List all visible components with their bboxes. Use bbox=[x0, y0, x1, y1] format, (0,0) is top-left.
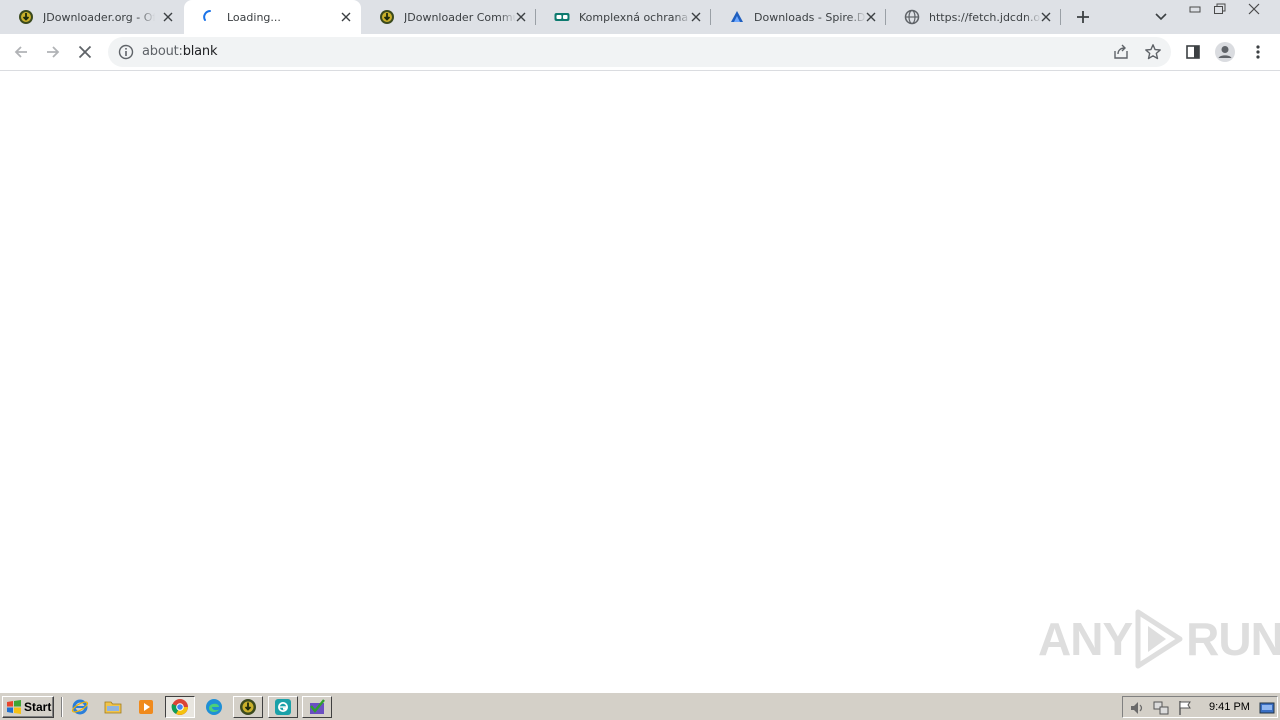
close-icon[interactable] bbox=[339, 10, 353, 24]
network-icon[interactable] bbox=[1153, 700, 1169, 716]
taskbar-separator bbox=[61, 697, 63, 717]
tab-eset[interactable]: Komplexná ochrana vášho bbox=[536, 0, 711, 34]
back-arrow-icon bbox=[14, 46, 27, 58]
tab-jdownloader-community[interactable]: JDownloader Community bbox=[361, 0, 536, 34]
tab-title: JDownloader.org - Official Homepage bbox=[43, 10, 155, 24]
chevron-down-icon bbox=[1155, 13, 1167, 21]
media-player-icon bbox=[139, 700, 153, 714]
start-label: Start bbox=[24, 700, 52, 714]
close-icon bbox=[1248, 3, 1260, 15]
minimize-button[interactable] bbox=[1184, 0, 1206, 18]
restore-button[interactable] bbox=[1209, 0, 1231, 18]
taskbar-chrome[interactable] bbox=[165, 696, 195, 718]
tab-strip: JDownloader.org - Official Homepage Load… bbox=[0, 0, 1280, 34]
clock[interactable]: 9:41 PM bbox=[1209, 701, 1250, 713]
taskbar-edge[interactable] bbox=[199, 696, 229, 718]
globe-icon bbox=[904, 9, 920, 25]
watermark-text-right: RUN bbox=[1186, 613, 1280, 665]
tab-fetch-jdcdn[interactable]: https://fetch.jdcdn.org bbox=[886, 0, 1061, 34]
taskbar-installer[interactable] bbox=[302, 696, 332, 718]
menu-button[interactable] bbox=[1246, 40, 1270, 64]
profile-button[interactable] bbox=[1213, 40, 1237, 64]
address-bar[interactable]: about:blank bbox=[108, 37, 1171, 67]
tab-loading[interactable]: Loading... bbox=[184, 0, 361, 34]
back-button[interactable] bbox=[9, 40, 33, 64]
kebab-menu-icon bbox=[1256, 45, 1260, 59]
anyrun-watermark: ANY RUN bbox=[1038, 606, 1280, 672]
system-tray: 9:41 PM bbox=[1122, 696, 1278, 718]
close-icon[interactable] bbox=[1039, 10, 1053, 24]
folder-icon bbox=[104, 701, 122, 714]
quicklaunch-media-player[interactable] bbox=[131, 696, 161, 718]
taskbar-jdownloader[interactable] bbox=[233, 696, 263, 718]
quicklaunch-ie[interactable] bbox=[65, 696, 95, 718]
action-center-flag-icon[interactable] bbox=[1177, 700, 1193, 716]
avatar-icon bbox=[1215, 42, 1235, 62]
new-tab-button[interactable] bbox=[1072, 6, 1094, 28]
tab-title: Loading... bbox=[227, 10, 281, 24]
tab-spire-downloads[interactable]: Downloads - Spire.Doc bbox=[711, 0, 886, 34]
installer-icon bbox=[310, 699, 325, 714]
internet-explorer-icon bbox=[71, 699, 89, 715]
url-host: blank bbox=[182, 44, 218, 59]
start-button[interactable]: Start bbox=[2, 696, 54, 718]
windows-logo-icon bbox=[7, 700, 21, 714]
info-icon[interactable] bbox=[118, 44, 134, 60]
restore-icon bbox=[1214, 3, 1226, 14]
taskbar-ie-window[interactable] bbox=[268, 696, 298, 718]
taskbar: Start 9:41 PM bbox=[0, 692, 1280, 720]
address-text[interactable]: about:blank bbox=[142, 44, 218, 59]
minimize-icon bbox=[1189, 6, 1201, 13]
chrome-icon bbox=[171, 699, 188, 715]
side-panel-button[interactable] bbox=[1181, 40, 1205, 64]
browser-toolbar: about:blank bbox=[0, 34, 1280, 71]
tab-title: JDownloader Community bbox=[404, 10, 516, 24]
jdownloader-icon bbox=[379, 9, 395, 25]
plus-icon bbox=[1077, 11, 1089, 23]
loading-spinner-icon bbox=[202, 9, 218, 25]
url-scheme: about: bbox=[142, 44, 183, 59]
spire-icon bbox=[729, 9, 745, 25]
stop-x-icon bbox=[78, 45, 92, 59]
tab-title: Komplexná ochrana vášho bbox=[579, 10, 691, 24]
watermark-text-left: ANY bbox=[1038, 613, 1133, 665]
volume-icon[interactable] bbox=[1129, 700, 1145, 716]
bookmark-star-icon[interactable] bbox=[1144, 43, 1162, 61]
jdownloader-icon bbox=[240, 699, 256, 715]
forward-button[interactable] bbox=[41, 40, 65, 64]
share-icon[interactable] bbox=[1112, 43, 1130, 61]
close-window-button[interactable] bbox=[1234, 0, 1274, 18]
ie-e-icon bbox=[275, 699, 291, 715]
close-icon[interactable] bbox=[864, 10, 878, 24]
jdownloader-icon bbox=[18, 9, 34, 25]
tab-jdownloader-home[interactable]: JDownloader.org - Official Homepage bbox=[0, 0, 183, 34]
side-panel-icon bbox=[1186, 45, 1200, 59]
close-icon[interactable] bbox=[514, 10, 528, 24]
tab-separator bbox=[1060, 9, 1061, 25]
edge-icon bbox=[206, 699, 222, 715]
close-icon[interactable] bbox=[689, 10, 703, 24]
tab-title: https://fetch.jdcdn.org bbox=[929, 10, 1041, 24]
forward-arrow-icon bbox=[47, 46, 60, 58]
screen: JDownloader.org - Official Homepage Load… bbox=[0, 0, 1280, 720]
tab-search-button[interactable] bbox=[1151, 7, 1171, 27]
stop-loading-button[interactable] bbox=[73, 40, 97, 64]
show-desktop-icon[interactable] bbox=[1259, 700, 1275, 716]
tab-title: Downloads - Spire.Doc bbox=[754, 10, 866, 24]
quicklaunch-explorer[interactable] bbox=[98, 696, 128, 718]
page-content bbox=[0, 72, 1280, 692]
eset-icon bbox=[554, 9, 570, 25]
close-icon[interactable] bbox=[161, 10, 175, 24]
play-logo-icon bbox=[1135, 609, 1183, 669]
